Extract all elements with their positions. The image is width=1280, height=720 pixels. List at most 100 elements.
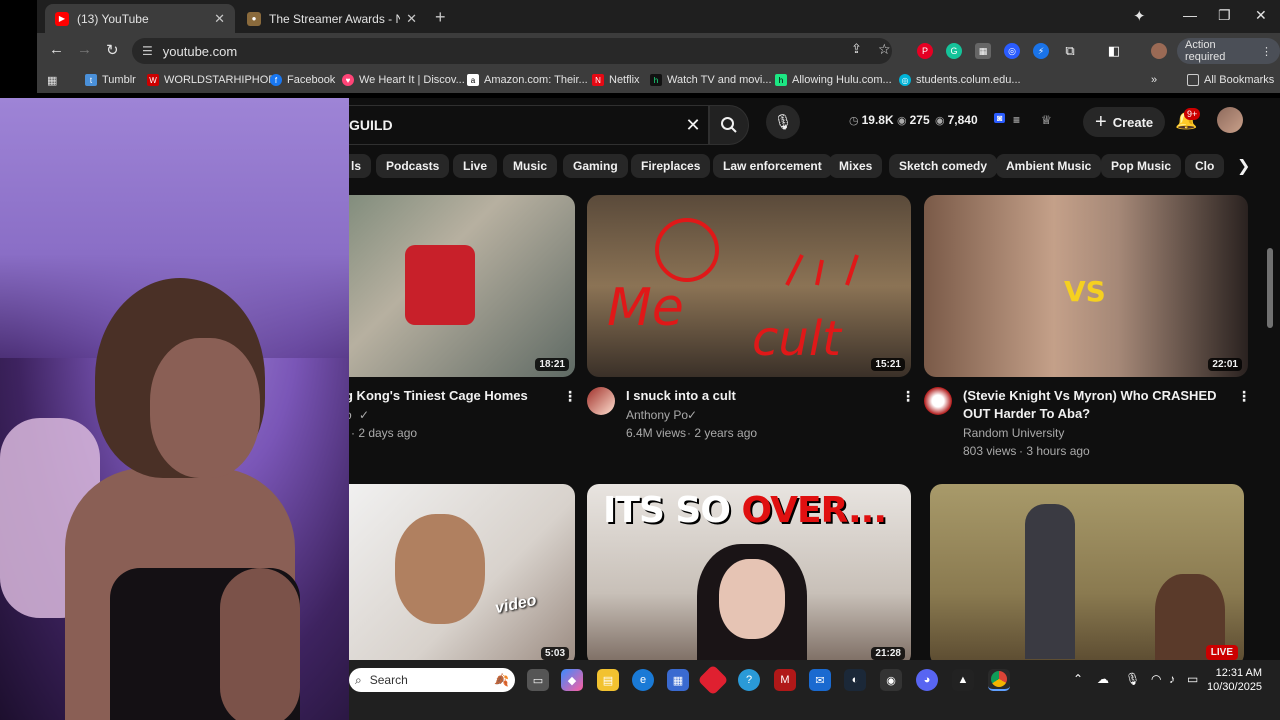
channel-avatar[interactable] [587, 387, 615, 415]
pinterest-icon[interactable]: P [917, 43, 933, 59]
forward-icon[interactable]: → [77, 41, 92, 58]
video-title[interactable]: g Kong's Tiniest Cage Homes [349, 387, 545, 405]
reload-icon[interactable]: ↻ [106, 41, 119, 59]
bookmark-amazon[interactable]: a Amazon.com: Their... [467, 74, 588, 86]
mic-icon[interactable]: 🎙 [1125, 672, 1140, 686]
minimize-icon[interactable]: — [1183, 7, 1197, 23]
extension-badge-icon[interactable]: ◙ [994, 113, 1006, 123]
voice-search-button[interactable]: 🎙 [766, 105, 800, 139]
discord-icon[interactable]: ◕ [916, 669, 938, 691]
app-icon[interactable]: ▲ [952, 669, 974, 691]
store-icon[interactable]: ▦ [667, 669, 689, 691]
bookmark-tumblr[interactable]: t Tumblr [85, 74, 136, 86]
video-thumbnail[interactable]: VS 22:01 [924, 195, 1248, 377]
mail-icon[interactable]: ✉ [809, 669, 831, 691]
chevron-right-icon[interactable]: ❯ [1237, 156, 1250, 176]
window-close-icon[interactable]: ✕ [1255, 7, 1267, 24]
puzzle-icon[interactable]: ⧉ [1062, 43, 1078, 59]
extension-icon[interactable]: ▦ [975, 43, 991, 59]
bookmark-hulu[interactable]: h Allowing Hulu.com... [775, 74, 892, 86]
app-icon[interactable]: ? [738, 669, 760, 691]
search-button[interactable] [709, 105, 749, 145]
video-title[interactable]: (Stevie Knight Vs Myron) Who CRASHED OUT… [963, 387, 1233, 423]
list-icon[interactable]: ≡ [1013, 113, 1020, 127]
channel-name[interactable]: Anthony Po [626, 406, 688, 424]
chrome-icon[interactable] [988, 669, 1010, 691]
back-icon[interactable]: ← [49, 41, 64, 58]
chip-fireplaces[interactable]: Fireplaces [631, 154, 711, 178]
bookmark-weheartit[interactable]: ♥ We Heart It | Discov... [342, 74, 465, 86]
trophy-icon[interactable]: ♕ [1041, 113, 1052, 127]
profile-avatar[interactable] [1151, 43, 1167, 59]
bookmark-watch-tv[interactable]: h Watch TV and movi... [650, 74, 772, 86]
volume-icon[interactable]: ♪ [1169, 672, 1175, 686]
video-thumbnail[interactable]: Me cult 15:21 [587, 195, 911, 377]
edge-icon[interactable]: e [632, 669, 654, 691]
chip-podcasts[interactable]: Podcasts [376, 154, 450, 178]
page-scrollbar[interactable] [1267, 248, 1273, 328]
install-app-icon[interactable]: ⇪ [851, 41, 862, 57]
overflow-chevron-icon[interactable]: » [1151, 74, 1157, 86]
obs-icon[interactable]: ◉ [880, 669, 902, 691]
channel-avatar[interactable] [924, 387, 952, 415]
file-explorer-icon[interactable]: ▤ [597, 669, 619, 691]
new-tab-icon[interactable]: + [435, 7, 446, 28]
side-panel-icon[interactable]: ◧ [1106, 43, 1122, 59]
channel-name[interactable]: o [349, 406, 352, 424]
mcafee-icon[interactable]: M [774, 669, 796, 691]
restore-icon[interactable]: ❐ [1218, 7, 1231, 24]
more-vert-icon[interactable]: ⋮ [563, 388, 577, 405]
steam-icon[interactable]: ◐ [844, 669, 866, 691]
gemini-icon[interactable]: ✦ [1133, 7, 1146, 25]
bookmark-colum[interactable]: ◎ students.colum.edu... [899, 74, 1021, 86]
task-view-icon[interactable]: ▭ [527, 669, 549, 691]
more-vert-icon[interactable]: ⋮ [1261, 45, 1272, 58]
chip-mixes[interactable]: Mixes [829, 154, 883, 178]
video-title[interactable]: I snuck into a cult [626, 387, 886, 405]
search-input[interactable]: GUILD ✕ [349, 105, 709, 145]
bookmark-facebook[interactable]: f Facebook [270, 74, 335, 86]
close-tab-icon[interactable]: ✕ [214, 11, 225, 27]
show-hidden-icons[interactable]: ⌃ [1073, 672, 1083, 686]
chip-live[interactable]: Live [453, 154, 498, 178]
site-info-icon[interactable]: ☰ [142, 44, 153, 58]
account-avatar[interactable] [1217, 107, 1243, 133]
all-bookmarks[interactable]: All Bookmarks [1187, 74, 1274, 86]
tab-youtube[interactable]: ▶ (13) YouTube ✕ [45, 4, 235, 33]
video-thumbnail[interactable]: 18:21 [349, 195, 575, 377]
apps-icon[interactable]: ▦ [47, 74, 57, 87]
more-vert-icon[interactable]: ⋮ [901, 388, 915, 405]
battery-icon[interactable]: ▭ [1187, 672, 1198, 686]
chip-clothing[interactable]: Clo [1185, 154, 1225, 178]
video-thumbnail[interactable]: LIVE [930, 484, 1244, 660]
bookmark-netflix[interactable]: N Netflix [592, 74, 640, 86]
video-thumbnail[interactable]: video 5:03 [349, 484, 575, 660]
taskbar-clock[interactable]: 12:31 AM 10/30/2025 [1207, 666, 1262, 694]
clear-search-icon[interactable]: ✕ [678, 115, 708, 136]
close-tab-icon[interactable]: ✕ [406, 11, 417, 27]
taskbar-search[interactable]: ⌕ Search 🍂 [349, 668, 515, 692]
tab-streamer-awards[interactable]: ● The Streamer Awards - Nomina ✕ [237, 4, 427, 33]
more-vert-icon[interactable]: ⋮ [1237, 388, 1251, 405]
wifi-icon[interactable]: ◠ [1151, 672, 1161, 686]
chip-sketch-comedy[interactable]: Sketch comedy [889, 154, 998, 178]
channel-name[interactable]: Random University [963, 424, 1064, 442]
bookmark-star-icon[interactable]: ☆ [878, 41, 891, 58]
chip-law-enforcement[interactable]: Law enforcement [713, 154, 832, 178]
extension-icon[interactable]: ◎ [1004, 43, 1020, 59]
chip-ambient-music[interactable]: Ambient Music [996, 154, 1102, 178]
create-button[interactable]: + Create [1083, 107, 1166, 137]
address-bar[interactable]: ☰ youtube.com [132, 38, 892, 64]
extension-icon[interactable]: ⚡ [1033, 43, 1049, 59]
onedrive-icon[interactable]: ☁ [1097, 672, 1109, 686]
app-icon[interactable] [697, 664, 729, 696]
chip[interactable]: ls [349, 154, 372, 178]
video-thumbnail[interactable]: ITS SO OVER... 21:28 [587, 484, 911, 660]
grammarly-icon[interactable]: G [946, 43, 962, 59]
copilot-icon[interactable]: ◆ [561, 669, 583, 691]
chip-pop-music[interactable]: Pop Music [1101, 154, 1182, 178]
chip-music[interactable]: Music [503, 154, 558, 178]
action-required-button[interactable]: Action required ⋮ [1177, 38, 1280, 64]
bookmark-worldstar[interactable]: W WORLDSTARHIPHOP [147, 74, 276, 86]
chip-gaming[interactable]: Gaming [563, 154, 628, 178]
